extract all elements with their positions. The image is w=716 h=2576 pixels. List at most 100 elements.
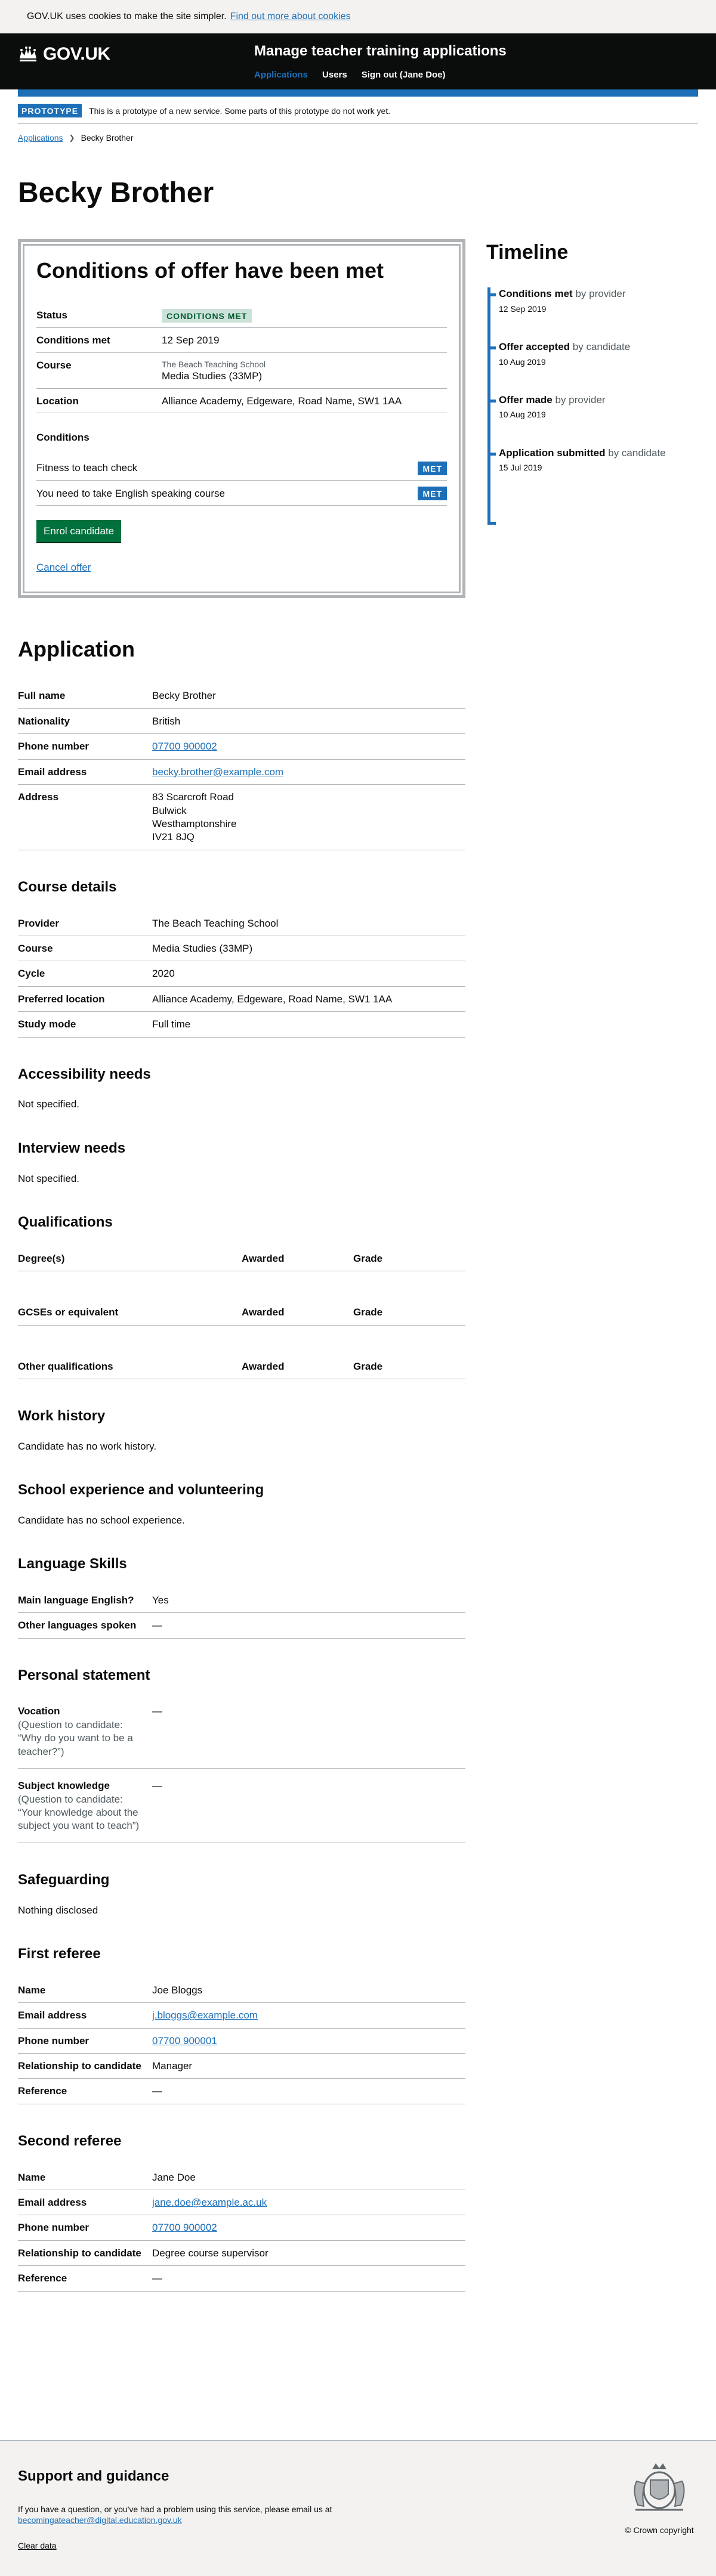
site-header: GOV.UK Manage teacher training applicati… (0, 33, 716, 97)
row-value: Jane Doe (152, 2171, 196, 2183)
row-label: Full name (18, 690, 66, 702)
row-hint: (Question to candidate: “Your knowledge … (18, 1793, 140, 1832)
met-badge: MET (418, 461, 447, 475)
row-hint: (Question to candidate: “Why do you want… (18, 1719, 133, 1757)
language-summary: Main language English? Yes Other language… (18, 1588, 465, 1639)
grade-header: Grade (353, 1306, 383, 1318)
summary-row: Address 83 Scarcroft Road Bulwick Westha… (18, 785, 465, 850)
timeline-date: 12 Sep 2019 (499, 304, 547, 314)
row-value: — (152, 1780, 162, 1792)
status-label: Status (36, 309, 67, 321)
row-value: Media Studies (33MP) (152, 943, 253, 955)
row-value: Alliance Academy, Edgeware, Road Name, S… (152, 993, 393, 1005)
nav-sign-out[interactable]: Sign out (Jane Doe) (362, 69, 446, 81)
safeguarding-title: Safeguarding (18, 1871, 110, 1888)
copyright[interactable]: © Crown copyright (621, 2525, 698, 2535)
summary-row: Name Joe Bloggs (18, 1978, 465, 2004)
grade-header: Grade (353, 1360, 383, 1372)
footer-email-link[interactable]: becomingateacher@digital.education.gov.u… (18, 2515, 182, 2525)
summary-row: Nationality British (18, 709, 465, 735)
phone-link[interactable]: 07700 900002 (152, 741, 217, 752)
row-value: The Beach Teaching School (152, 917, 279, 929)
qualification-header-row: Degree(s) Awarded Grade (18, 1246, 465, 1272)
summary-row: Subject knowledge (Question to candidate:… (18, 1769, 465, 1843)
row-value: — (152, 1620, 162, 1631)
course-details-title: Course details (18, 878, 117, 895)
row-value: — (152, 2272, 162, 2284)
timeline-by: by provider (575, 288, 626, 300)
cookie-link[interactable]: Find out more about cookies (230, 10, 351, 23)
footer-title: Support and guidance (18, 2468, 169, 2484)
referee-email-link[interactable]: j.bloggs@example.com (152, 2010, 258, 2021)
summary-row: Study mode Full time (18, 1012, 465, 1038)
row-label: Address (18, 791, 59, 803)
school-experience-text: Candidate has no school experience. (18, 1514, 185, 1526)
timeline-event: Offer made (499, 394, 553, 406)
cookie-banner: GOV.UK uses cookies to make the site sim… (0, 0, 716, 33)
summary-row: Main language English? Yes (18, 1588, 465, 1614)
email-link[interactable]: becky.brother@example.com (152, 766, 283, 778)
row-label: Subject knowledge (18, 1780, 110, 1792)
timeline-item: Application submitted by candidate 15 Ju… (487, 447, 698, 473)
summary-row: Other languages spoken — (18, 1613, 465, 1639)
referee-phone-link[interactable]: 07700 900001 (152, 2035, 217, 2046)
timeline-end-marker (487, 521, 496, 525)
address-line: 83 Scarcroft Road (152, 791, 234, 803)
clear-data-link[interactable]: Clear data (18, 2541, 57, 2550)
referee-email-link[interactable]: jane.doe@example.ac.uk (152, 2197, 267, 2208)
enrol-candidate-button[interactable]: Enrol candidate (36, 520, 122, 543)
conditions-heading: Conditions (36, 432, 90, 444)
header-blue-bar (18, 89, 698, 97)
page-title: Becky Brother (18, 177, 214, 209)
course-value: Media Studies (33MP) (162, 370, 263, 382)
row-label: Other languages spoken (18, 1620, 137, 1631)
row-label: Study mode (18, 1018, 76, 1030)
cancel-offer-link[interactable]: Cancel offer (36, 561, 91, 574)
timeline-event: Conditions met (499, 288, 573, 300)
offer-title: Conditions of offer have been met (36, 258, 384, 283)
service-name[interactable]: Manage teacher training applications (254, 42, 507, 61)
timeline-by: by provider (555, 394, 606, 406)
referee-phone-link[interactable]: 07700 900002 (152, 2222, 217, 2233)
logo-text: GOV.UK (43, 44, 110, 64)
cookie-text: GOV.UK uses cookies to make the site sim… (27, 11, 227, 22)
summary-row: Relationship to candidate Manager (18, 2054, 465, 2079)
row-label: Relationship to candidate (18, 2060, 141, 2072)
qualifications-title: Qualifications (18, 1214, 113, 1230)
timeline-date: 10 Aug 2019 (499, 410, 546, 420)
nationality-value: British (152, 715, 181, 727)
offer-panel: Conditions of offer have been met Status… (18, 239, 465, 598)
interview-text: Not specified. (18, 1172, 79, 1184)
row-label: Email address (18, 766, 87, 778)
summary-row: Provider The Beach Teaching School (18, 911, 465, 937)
breadcrumb-applications[interactable]: Applications (18, 132, 63, 143)
row-label: Vocation (18, 1705, 60, 1717)
summary-row: Vocation (Question to candidate: “Why do … (18, 1699, 465, 1769)
breadcrumb: Applications ❯ Becky Brother (18, 132, 698, 143)
grade-header: Grade (353, 1252, 383, 1264)
school-experience-title: School experience and volunteering (18, 1482, 264, 1498)
summary-row: Phone number 07700 900002 (18, 2215, 465, 2241)
govuk-logo[interactable]: GOV.UK (18, 39, 110, 69)
row-label: Name (18, 1984, 46, 1996)
nav-users[interactable]: Users (322, 69, 347, 81)
condition-text: Fitness to teach check (36, 462, 138, 474)
crown-icon (20, 47, 36, 61)
chevron-right-icon: ❯ (69, 133, 75, 142)
location-row: Location Alliance Academy, Edgeware, Roa… (36, 389, 447, 414)
row-value: 2020 (152, 968, 175, 980)
site-footer: Support and guidance If you have a quest… (0, 2440, 716, 2576)
location-value: Alliance Academy, Edgeware, Road Name, S… (162, 395, 402, 407)
summary-row: Email address j.bloggs@example.com (18, 2003, 465, 2029)
condition-row: Fitness to teach check MET (36, 456, 447, 481)
row-label: Phone number (18, 2035, 90, 2046)
course-provider: The Beach Teaching School (162, 359, 266, 369)
status-row: Status CONDITIONS MET (36, 303, 447, 329)
address-line: Westhamptonshire (152, 818, 237, 830)
timeline-date: 10 Aug 2019 (499, 357, 546, 367)
timeline-event: Application submitted (499, 447, 606, 459)
course-row: Course The Beach Teaching School Media S… (36, 353, 447, 389)
row-label: Preferred location (18, 993, 105, 1005)
nav-applications[interactable]: Applications (254, 69, 308, 81)
timeline-by: by candidate (572, 341, 631, 353)
